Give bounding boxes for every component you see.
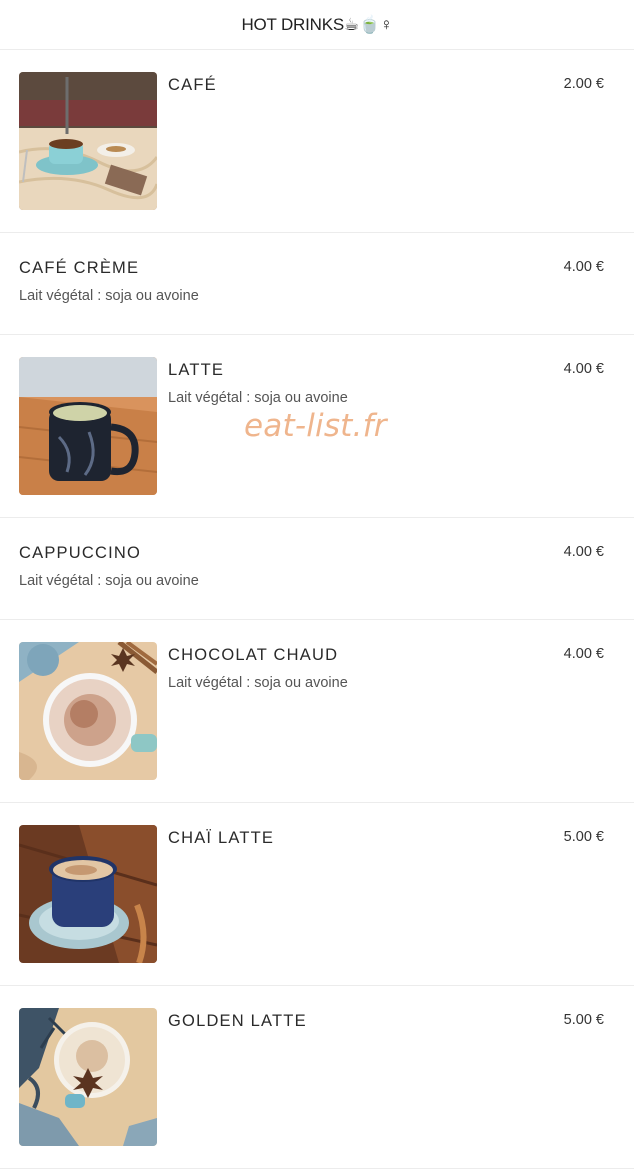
menu-item-name: CHAÏ LATTE	[168, 829, 275, 847]
menu-item[interactable]: CHOCOLAT CHAUD Lait végétal : soja ou av…	[0, 620, 634, 803]
menu-section-header: HOT DRINKS☕🍵♀	[0, 0, 634, 50]
menu-item-name: GOLDEN LATTE	[168, 1012, 307, 1030]
menu-item-price: 5.00 €	[563, 1012, 604, 1028]
menu-item[interactable]: GOLDEN LATTE 5.00 €	[0, 986, 634, 1169]
menu-item-name: CAFÉ	[168, 76, 217, 94]
latte-photo	[19, 357, 157, 495]
section-title: HOT DRINKS☕🍵♀	[241, 14, 393, 34]
cafe-photo	[19, 72, 157, 210]
menu-item-description: Lait végétal : soja ou avoine	[19, 573, 199, 589]
menu-item-name: CHOCOLAT CHAUD	[168, 646, 339, 664]
menu-item[interactable]: CAFÉ CRÈME Lait végétal : soja ou avoine…	[0, 233, 634, 335]
menu-item-description: Lait végétal : soja ou avoine	[168, 390, 348, 406]
golden-latte-photo	[19, 1008, 157, 1146]
menu-item-name: CAPPUCCINO	[19, 544, 142, 562]
menu-item-price: 4.00 €	[563, 544, 604, 560]
menu-item[interactable]: CHAÏ LATTE 5.00 €	[0, 803, 634, 986]
chocolat-photo	[19, 642, 157, 780]
menu-item-price: 4.00 €	[563, 646, 604, 662]
menu-item-price: 2.00 €	[563, 76, 604, 92]
menu-item-description: Lait végétal : soja ou avoine	[168, 675, 348, 691]
menu-item-price: 4.00 €	[563, 361, 604, 377]
menu-item-price: 4.00 €	[563, 259, 604, 275]
menu-item[interactable]: CAFÉ 2.00 €	[0, 50, 634, 233]
menu-item-list: CAFÉ 2.00 € CAFÉ CRÈME Lait végétal : so…	[0, 50, 634, 1169]
menu-item[interactable]: CAPPUCCINO Lait végétal : soja ou avoine…	[0, 518, 634, 620]
chai-photo	[19, 825, 157, 963]
menu-item-price: 5.00 €	[563, 829, 604, 845]
menu-item-name: LATTE	[168, 361, 225, 379]
menu-item-description: Lait végétal : soja ou avoine	[19, 288, 199, 304]
watermark: eat-list.fr	[244, 408, 387, 444]
menu-item-name: CAFÉ CRÈME	[19, 259, 140, 277]
